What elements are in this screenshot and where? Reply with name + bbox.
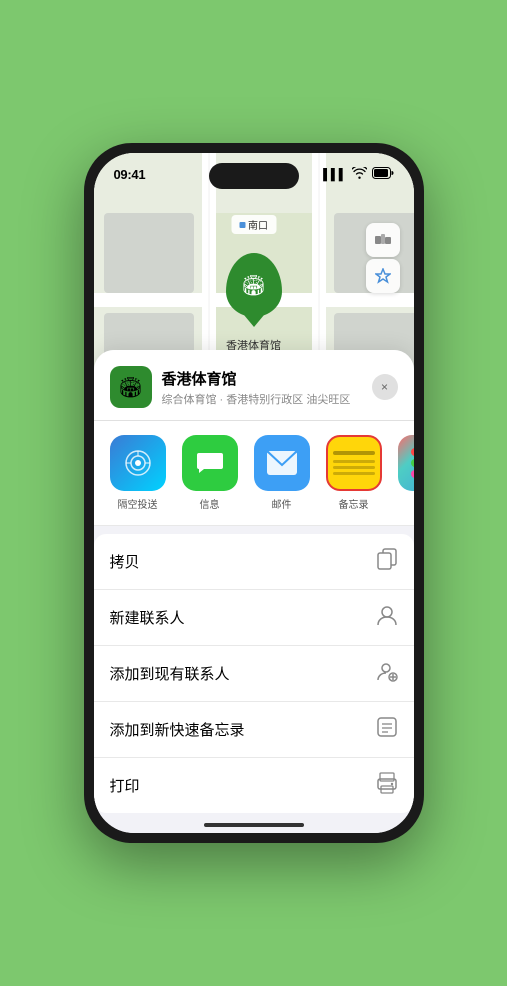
more-apps-icon [398,435,414,491]
copy-icon [376,548,398,575]
map-type-button[interactable] [366,223,400,257]
phone-screen: 09:41 ▌▌▌ [94,153,414,833]
action-quick-note[interactable]: 添加到新快速备忘录 [94,702,414,758]
wifi-icon [352,167,367,182]
venue-header: 🏟 香港体育馆 综合体育馆 · 香港特别行政区 油尖旺区 × [94,350,414,421]
airdrop-label: 隔空投送 [118,496,158,511]
add-existing-icon [376,660,398,687]
map-pin: 🏟 香港体育馆 [226,253,282,353]
bottom-sheet: 🏟 香港体育馆 综合体育馆 · 香港特别行政区 油尖旺区 × [94,350,414,833]
messages-icon [182,435,238,491]
quick-note-label: 添加到新快速备忘录 [110,719,245,740]
signal-icon: ▌▌▌ [323,169,346,181]
print-label: 打印 [110,775,140,796]
action-copy[interactable]: 拷贝 [94,534,414,590]
stadium-icon: 🏟 [241,273,266,298]
airdrop-icon [110,435,166,491]
action-add-existing[interactable]: 添加到现有联系人 [94,646,414,702]
dynamic-island [209,163,299,189]
status-icons: ▌▌▌ [323,167,393,182]
mail-icon [254,435,310,491]
venue-info: 香港体育馆 综合体育馆 · 香港特别行政区 油尖旺区 [162,368,372,407]
messages-label: 信息 [200,496,220,511]
action-list: 拷贝 新建联系人 [94,534,414,813]
status-time: 09:41 [114,167,146,182]
venue-subtitle: 综合体育馆 · 香港特别行政区 油尖旺区 [162,391,372,407]
phone-frame: 09:41 ▌▌▌ [84,143,424,843]
new-contact-label: 新建联系人 [110,607,185,628]
map-label: 南口 [231,215,276,234]
share-items: 隔空投送 信息 [110,435,398,511]
share-messages[interactable]: 信息 [182,435,238,511]
copy-label: 拷贝 [110,551,140,572]
share-airdrop[interactable]: 隔空投送 [110,435,166,511]
print-icon [376,772,398,799]
new-contact-icon [376,604,398,631]
battery-icon [372,167,394,182]
venue-icon: 🏟 [110,366,152,408]
share-notes[interactable]: 备忘录 [326,435,382,511]
share-mail[interactable]: 邮件 [254,435,310,511]
stadium-icon: 🏟 [118,375,143,400]
share-more[interactable]: 推 [398,435,414,511]
location-button[interactable] [366,259,400,293]
notes-label: 备忘录 [339,496,369,511]
venue-name: 香港体育馆 [162,368,372,389]
action-new-contact[interactable]: 新建联系人 [94,590,414,646]
share-row: 隔空投送 信息 [94,421,414,526]
add-existing-label: 添加到现有联系人 [110,663,230,684]
mail-label: 邮件 [272,496,292,511]
notes-icon [326,435,382,491]
close-button[interactable]: × [372,374,398,400]
home-indicator [204,823,304,827]
quick-note-icon [376,716,398,743]
action-print[interactable]: 打印 [94,758,414,813]
map-controls [366,223,400,293]
